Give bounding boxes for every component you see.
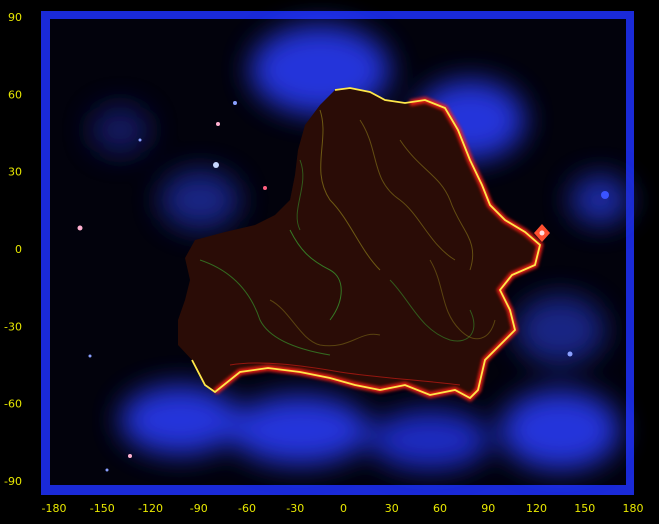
- x-tick-label: -120: [138, 502, 163, 515]
- y-tick-label: -30: [4, 320, 22, 333]
- x-tick-label: 30: [385, 502, 399, 515]
- map-canvas: -180 -150 -120 -90 -60 -30 0 30 60 90 120 150 180 90…: [4, 11, 644, 515]
- y-tick-label: 0: [15, 243, 22, 256]
- x-axis-tick-labels: -180 -150 -120 -90 -60 -30 0 30 60 90 120 150 180: [42, 502, 644, 515]
- x-tick-label: -90: [190, 502, 208, 515]
- x-tick-label: -180: [42, 502, 67, 515]
- x-tick-label: -60: [238, 502, 256, 515]
- y-axis-tick-labels: 90 60 30 0 -30 -60 -90: [4, 11, 22, 488]
- x-tick-label: 150: [574, 502, 595, 515]
- x-tick-label: -150: [90, 502, 115, 515]
- x-tick-label: -30: [286, 502, 304, 515]
- y-tick-label: 30: [8, 166, 22, 179]
- x-tick-label: 120: [526, 502, 547, 515]
- y-tick-label: -90: [4, 475, 22, 488]
- x-tick-label: 0: [340, 502, 347, 515]
- y-tick-label: 90: [8, 11, 22, 24]
- x-tick-label: 90: [481, 502, 495, 515]
- x-tick-label: 60: [433, 502, 447, 515]
- y-tick-label: -60: [4, 398, 22, 411]
- x-tick-label: 180: [623, 502, 644, 515]
- y-tick-label: 60: [8, 88, 22, 101]
